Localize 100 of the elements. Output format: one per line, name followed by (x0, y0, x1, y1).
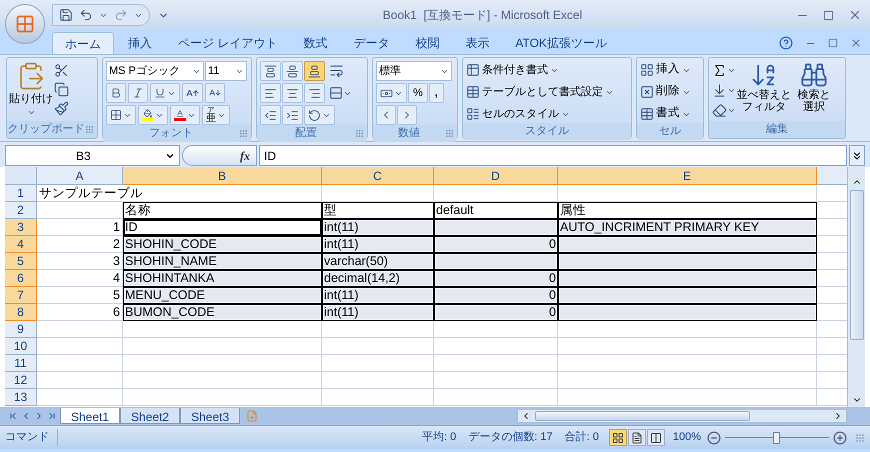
grid-cell[interactable] (123, 355, 322, 372)
grid-cell[interactable] (558, 389, 817, 406)
column-header[interactable]: B (123, 167, 322, 185)
sheet-tab[interactable]: Sheet3 (180, 408, 240, 424)
grid-cell[interactable] (434, 338, 558, 355)
grid-cell[interactable] (558, 185, 817, 202)
formula-field[interactable]: ID (259, 145, 847, 166)
row-header[interactable]: 3 (5, 219, 37, 236)
vertical-align-button[interactable] (260, 61, 281, 81)
cell-menu-button[interactable]: 書式 (640, 105, 691, 123)
column-header[interactable]: A (37, 167, 123, 185)
last-sheet-icon[interactable] (47, 411, 57, 421)
zoom-out-icon[interactable] (707, 430, 721, 444)
sort-filter-button[interactable]: 並べ替えと フィルタ (738, 61, 790, 121)
grow-font-button[interactable] (182, 83, 203, 103)
style-menu-button[interactable]: セルのスタイル (466, 105, 614, 123)
grid-cell[interactable]: 0 (434, 304, 558, 321)
ribbon-tab[interactable]: データ (341, 32, 402, 54)
grid-cell[interactable]: default (434, 202, 558, 219)
grid-cell[interactable]: AUTO_INCRIMENT PRIMARY KEY (558, 219, 817, 236)
close-icon[interactable] (848, 8, 862, 22)
paste-button[interactable]: 貼り付け (10, 61, 52, 121)
align-right-button[interactable] (304, 83, 325, 103)
row-header[interactable]: 7 (5, 287, 37, 304)
ribbon-tab[interactable]: ページ レイアウト (166, 32, 290, 54)
ribbon-tab[interactable]: 数式 (291, 32, 340, 54)
grid-cell[interactable] (434, 219, 558, 236)
grid-cell[interactable] (558, 338, 817, 355)
grid-cell[interactable] (123, 372, 322, 389)
expand-button[interactable] (849, 145, 865, 166)
help-icon[interactable] (779, 36, 793, 50)
row-header[interactable]: 1 (5, 185, 37, 202)
currency-button[interactable] (376, 83, 407, 103)
view-button[interactable] (646, 429, 665, 446)
office-button[interactable] (5, 4, 45, 44)
grid-cell[interactable] (558, 372, 817, 389)
grid-cell[interactable] (558, 304, 817, 321)
row-header[interactable]: 5 (5, 253, 37, 270)
column-header[interactable]: D (434, 167, 558, 185)
ribbon-tab[interactable]: ATOK拡張ツール (503, 32, 619, 54)
grid-cell[interactable] (322, 355, 434, 372)
grid-cell[interactable] (322, 372, 434, 389)
row-header[interactable]: 4 (5, 236, 37, 253)
grid-cell[interactable] (37, 338, 123, 355)
grid-cell[interactable]: int(11) (322, 287, 434, 304)
ribbon-tab[interactable]: 表示 (453, 32, 502, 54)
percent-button[interactable]: % (408, 83, 428, 103)
font-color-button[interactable] (170, 105, 200, 125)
fill-color-button[interactable] (138, 105, 168, 125)
grid-cell[interactable]: 型 (322, 202, 434, 219)
grid-cell[interactable]: int(11) (322, 304, 434, 321)
sheet-tab[interactable]: Sheet2 (120, 408, 180, 424)
grid-cell[interactable] (322, 185, 434, 202)
horizontal-scrollbar[interactable] (517, 409, 847, 423)
grid-cell[interactable]: ID (123, 219, 322, 236)
grid-cell[interactable] (558, 236, 817, 253)
grid-cell[interactable]: varchar(50) (322, 253, 434, 270)
zoom-thumb[interactable] (773, 432, 780, 444)
comma-button[interactable]: , (428, 83, 444, 103)
grid-cell[interactable]: 名称 (123, 202, 322, 219)
grid-cell[interactable] (558, 321, 817, 338)
align-left-button[interactable] (260, 83, 281, 103)
grid-cell[interactable] (123, 389, 322, 406)
view-button[interactable] (628, 429, 646, 446)
grid-cell[interactable] (558, 270, 817, 287)
grid-cell[interactable] (37, 202, 123, 219)
grid-cell[interactable]: decimal(14,2) (322, 270, 434, 287)
font-name-field[interactable]: MS Pゴシック (106, 61, 204, 81)
zoom-level[interactable]: 100% (672, 429, 701, 446)
grid-cell[interactable] (558, 287, 817, 304)
grid-cell[interactable] (322, 389, 434, 406)
function-button[interactable]: fx (182, 145, 257, 166)
grid-cell[interactable]: MENU_CODE (123, 287, 322, 304)
bold-button[interactable] (106, 83, 126, 103)
resize-grip-icon[interactable] (855, 432, 865, 442)
vertical-align-button[interactable] (282, 61, 303, 81)
style-menu-button[interactable]: 条件付き書式 (466, 61, 614, 79)
insert-sheet-icon[interactable] (246, 410, 258, 422)
grid-cell[interactable]: 0 (434, 236, 558, 253)
sheet-tab[interactable]: Sheet1 (60, 408, 120, 424)
grid-cell[interactable] (37, 355, 123, 372)
vertical-align-button[interactable] (304, 61, 325, 81)
ribbon-tab[interactable]: ホーム (52, 32, 114, 54)
cell-menu-button[interactable]: 削除 (640, 83, 691, 101)
row-header[interactable]: 8 (5, 304, 37, 321)
row-header[interactable]: 10 (5, 338, 37, 355)
dialog-launcher-icon[interactable] (85, 125, 94, 134)
grid-cell[interactable]: SHOHIN_CODE (123, 236, 322, 253)
ribbon-tab[interactable]: 校閲 (403, 32, 452, 54)
grid-cell[interactable] (434, 389, 558, 406)
zoom-in-icon[interactable] (833, 430, 847, 444)
grid-cell[interactable] (434, 372, 558, 389)
dialog-launcher-icon[interactable] (445, 128, 454, 138)
grid-cell[interactable]: SHOHIN_NAME (123, 253, 322, 270)
shrink-font-button[interactable] (205, 83, 225, 103)
grid-cell[interactable] (123, 338, 322, 355)
workbook-restore-icon[interactable] (828, 38, 838, 48)
decrease-indent-button[interactable] (260, 105, 281, 125)
scroll-thumb[interactable] (850, 190, 864, 340)
grid-cell[interactable]: 属性 (558, 202, 817, 219)
